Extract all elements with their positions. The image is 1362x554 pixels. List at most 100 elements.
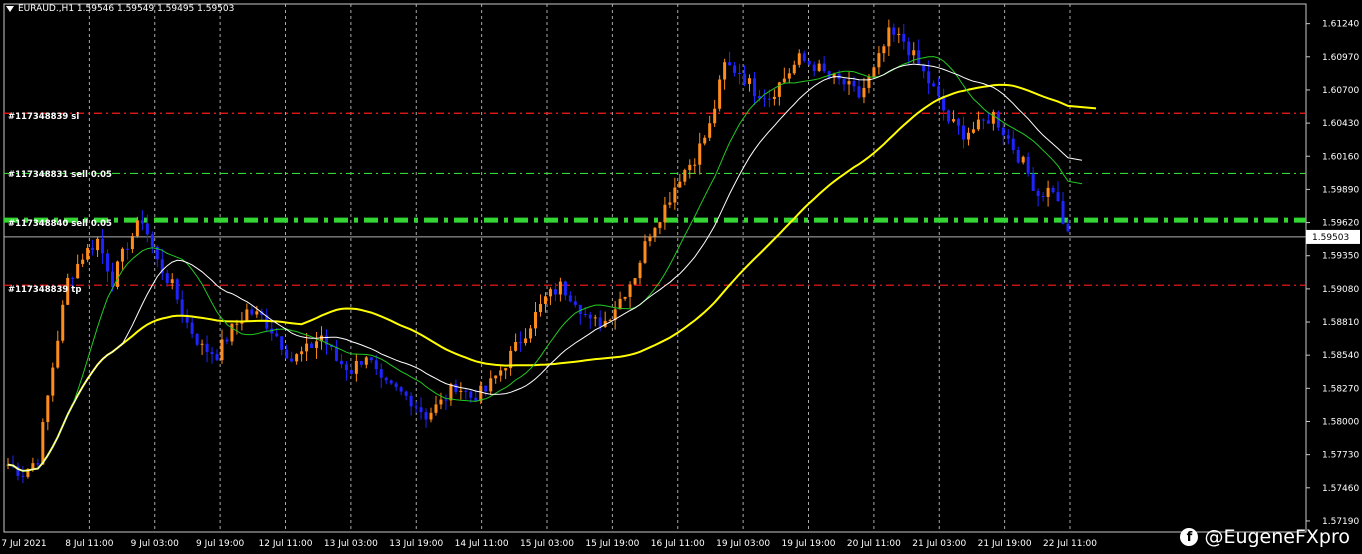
y-tick-label: 1.60970 xyxy=(1322,53,1359,63)
candle-body xyxy=(290,358,294,362)
candle-body xyxy=(797,53,801,65)
candle-body xyxy=(195,333,199,345)
candle-body xyxy=(419,407,423,413)
candle-body xyxy=(180,299,184,315)
candle-body xyxy=(678,181,682,188)
order-label-sell[interactable]: #117348831 sell 0.05 xyxy=(8,170,112,180)
candle-body xyxy=(524,338,528,344)
symbol-line: EURAUD.,H1 1.59546 1.59549 1.59495 1.595… xyxy=(18,4,235,14)
candle-body xyxy=(424,412,428,420)
x-tick-label: 20 Jul 11:00 xyxy=(847,539,901,549)
candle-body xyxy=(668,202,672,205)
candle-body xyxy=(145,223,149,235)
candle-body xyxy=(902,33,906,42)
candle-body xyxy=(170,279,174,284)
candle-body xyxy=(772,96,776,99)
order-label-tp[interactable]: #117348839 tp xyxy=(8,285,81,295)
candle-body xyxy=(917,50,921,65)
candle-body xyxy=(399,387,403,392)
candle-body xyxy=(748,78,752,84)
y-tick-label: 1.58810 xyxy=(1322,318,1359,328)
candle-body xyxy=(514,341,518,351)
candle-body xyxy=(588,314,592,319)
candle-body xyxy=(349,370,353,374)
candle-body xyxy=(842,79,846,85)
candle-body xyxy=(86,247,90,260)
candle-body xyxy=(807,60,811,65)
candle-body xyxy=(215,354,219,361)
candle-body xyxy=(255,311,259,315)
candle-body xyxy=(658,222,662,228)
y-tick-label: 1.59080 xyxy=(1322,285,1359,295)
candle-body xyxy=(583,313,587,315)
candle-body xyxy=(235,323,239,325)
candle-body xyxy=(225,339,229,342)
candle-body xyxy=(792,64,796,74)
candle-body xyxy=(862,87,866,98)
candle-body xyxy=(628,284,632,297)
candle-body xyxy=(369,357,373,361)
candle-body xyxy=(728,62,732,66)
candle-body xyxy=(439,399,443,405)
candle-body xyxy=(135,220,139,237)
x-tick-label: 19 Jul 03:00 xyxy=(716,539,770,549)
candle-body xyxy=(538,303,542,313)
x-tick-label: 15 Jul 03:00 xyxy=(520,539,574,549)
y-tick-label: 1.60160 xyxy=(1322,152,1359,162)
order-label-sl[interactable]: #117348839 sl xyxy=(8,112,79,122)
y-tick-label: 1.61240 xyxy=(1322,20,1359,30)
y-tick-label: 1.57730 xyxy=(1322,451,1359,461)
candle-body xyxy=(802,53,806,61)
candle-body xyxy=(976,119,980,130)
y-tick-label: 1.59890 xyxy=(1322,185,1359,195)
y-tick-label: 1.58000 xyxy=(1322,417,1359,427)
candle-body xyxy=(300,351,304,355)
candle-body xyxy=(857,86,861,98)
candle-body xyxy=(708,123,712,138)
candle-body xyxy=(1026,156,1030,174)
candle-body xyxy=(827,71,831,78)
watermark: f @EugeneFXpro xyxy=(1180,526,1350,548)
candle-body xyxy=(101,238,105,254)
candle-body xyxy=(852,81,856,87)
candle-body xyxy=(354,361,358,374)
candle-body xyxy=(245,309,249,322)
candle-body xyxy=(484,385,488,392)
candle-body xyxy=(464,390,468,392)
candle-body xyxy=(543,296,547,304)
candle-body xyxy=(1051,187,1055,193)
x-tick-label: 13 Jul 19:00 xyxy=(389,539,443,549)
x-tick-label: 22 Jul 11:00 xyxy=(1043,539,1097,549)
candle-body xyxy=(1016,149,1020,163)
candle-body xyxy=(389,380,393,384)
candle-body xyxy=(285,349,289,359)
candle-body xyxy=(887,27,891,47)
order-label-sell-cluster[interactable]: #117348840 sell 0.05 xyxy=(8,219,112,229)
candle-body xyxy=(638,262,642,279)
candle-body xyxy=(822,63,826,72)
candle-body xyxy=(339,360,343,365)
candle-body xyxy=(693,164,697,166)
candle-body xyxy=(374,360,378,370)
candle-body xyxy=(817,63,821,71)
candle-body xyxy=(573,301,577,305)
candle-body xyxy=(220,339,224,361)
candle-body xyxy=(1036,190,1040,196)
y-tick-label: 1.58270 xyxy=(1322,384,1359,394)
candle-body xyxy=(663,204,667,223)
dropdown-triangle-icon[interactable] xyxy=(6,6,14,12)
candle-body xyxy=(782,78,786,83)
candle-body xyxy=(150,234,154,247)
candle-body xyxy=(125,248,129,250)
candle-body xyxy=(563,281,567,296)
candle-body xyxy=(912,50,916,56)
ma-fast-line xyxy=(7,63,1083,472)
candle-body xyxy=(414,406,418,408)
candle-body xyxy=(548,289,552,297)
candle-body xyxy=(703,137,707,144)
candle-body xyxy=(812,64,816,71)
candle-body xyxy=(36,463,40,465)
chart-header: EURAUD.,H1 1.59546 1.59549 1.59495 1.595… xyxy=(6,4,234,14)
plot-frame xyxy=(3,3,1307,533)
candle-body xyxy=(305,343,309,352)
